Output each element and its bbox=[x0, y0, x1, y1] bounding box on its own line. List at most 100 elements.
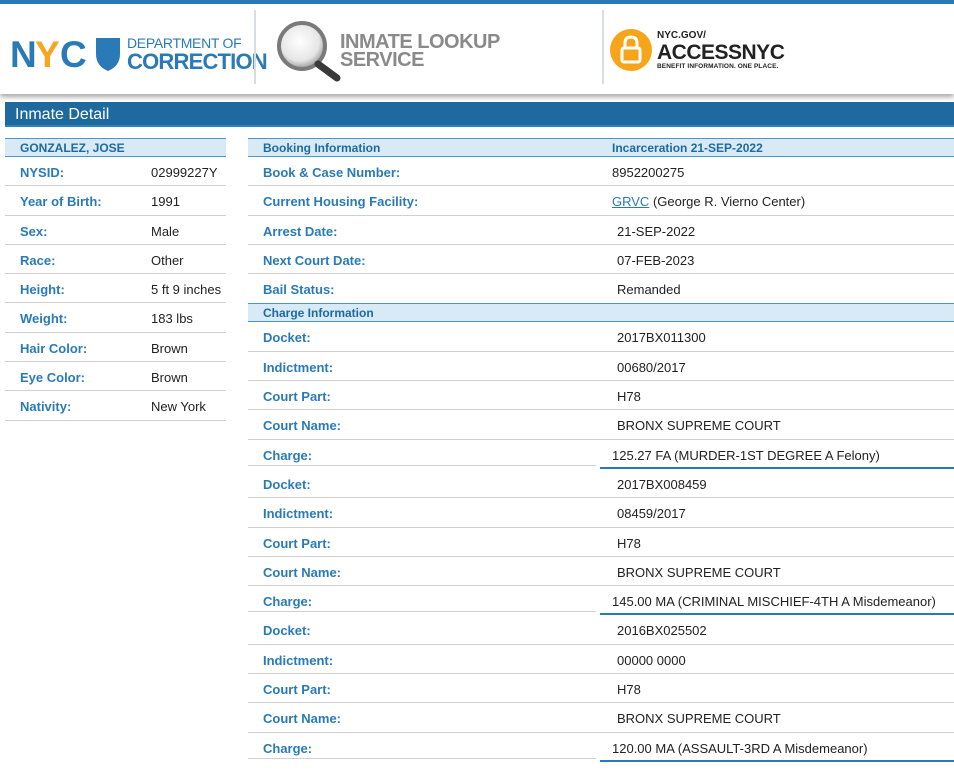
arrest-date: 21-SEP-2022 bbox=[617, 223, 696, 239]
charge-value: 125.27 FA (MURDER-1ST DEGREE A Felony) bbox=[612, 447, 880, 463]
field-label: Next Court Date: bbox=[263, 252, 366, 268]
charge-row: Charge: 145.00 MA (CRIMINAL MISCHIEF-4TH… bbox=[248, 586, 954, 616]
inmate-name: GONZALEZ, JOSE bbox=[5, 138, 226, 157]
charge-row: Indictment: 00680/2017 bbox=[248, 352, 954, 382]
charge-row: Docket: 2016BX025502 bbox=[248, 615, 954, 645]
inmate-field-row: Year of Birth: 1991 bbox=[5, 186, 226, 216]
field-label: Indictment: bbox=[263, 652, 334, 668]
court-name-value: BRONX SUPREME COURT bbox=[617, 711, 781, 727]
field-label: Docket: bbox=[263, 476, 311, 492]
shield-icon bbox=[96, 38, 120, 71]
doc-line1: DEPARTMENT OF bbox=[127, 35, 242, 51]
site-header: N Y C DEPARTMENT OF CORRECTION INMATE LO… bbox=[0, 0, 954, 94]
booking-header: Booking Information Incarceration 21-SEP… bbox=[248, 138, 954, 157]
field-value: New York bbox=[151, 399, 206, 415]
charge-row: Court Part: H78 bbox=[248, 528, 954, 557]
field-label: Sex: bbox=[20, 223, 48, 239]
inmate-field-row: Weight: 183 lbs bbox=[5, 303, 226, 333]
facility-value: GRVC (George R. Vierno Center) bbox=[612, 194, 805, 209]
field-label: Arrest Date: bbox=[263, 223, 338, 239]
field-label: Court Name: bbox=[263, 418, 342, 434]
lock-icon[interactable] bbox=[609, 28, 653, 72]
charge-header-label: Charge Information bbox=[263, 306, 374, 321]
book-case-number: 8952200275 bbox=[612, 165, 685, 180]
access-line1: NYC.GOV/ bbox=[657, 30, 706, 41]
field-value: Brown bbox=[151, 370, 188, 386]
bail-status: Remanded bbox=[617, 282, 681, 298]
inmate-field-row: Sex: Male bbox=[5, 216, 226, 245]
lookup-line2: SERVICE bbox=[340, 49, 424, 71]
facility-name: (George R. Vierno Center) bbox=[652, 194, 806, 210]
field-value: Other bbox=[151, 252, 184, 268]
charge-row: Indictment: 08459/2017 bbox=[248, 498, 954, 528]
doc-title: DEPARTMENT OF CORRECTION bbox=[127, 35, 268, 74]
field-value: Brown bbox=[151, 340, 188, 356]
charge-row: Court Name: BRONX SUPREME COURT bbox=[248, 410, 954, 440]
field-label: Charge: bbox=[263, 447, 313, 463]
field-label: Height: bbox=[20, 282, 65, 298]
header-divider bbox=[254, 10, 256, 84]
doc-line2: CORRECTION bbox=[127, 49, 268, 74]
svg-text:N: N bbox=[10, 36, 35, 70]
docket-value: 2017BX008459 bbox=[617, 476, 707, 492]
next-court-date: 07-FEB-2023 bbox=[617, 252, 695, 268]
access-tagline: BENEFIT INFORMATION. ONE PLACE. bbox=[657, 63, 779, 70]
charge-header: Charge Information bbox=[248, 303, 954, 323]
field-label: Court Part: bbox=[263, 682, 331, 698]
charge-row: Docket: 2017BX011300 bbox=[248, 322, 954, 352]
booking-row: Arrest Date: 21-SEP-2022 bbox=[248, 216, 954, 245]
field-label: Docket: bbox=[263, 623, 311, 639]
indictment-value: 00680/2017 bbox=[617, 359, 686, 375]
booking-header-label: Booking Information bbox=[263, 141, 381, 155]
docket-value: 2016BX025502 bbox=[617, 623, 707, 639]
charge-value: 145.00 MA (CRIMINAL MISCHIEF-4TH A Misde… bbox=[612, 594, 936, 610]
booking-row: Book & Case Number: 8952200275 bbox=[248, 157, 954, 187]
facility-link[interactable]: GRVC bbox=[612, 194, 649, 209]
booking-row: Bail Status: Remanded bbox=[248, 274, 954, 303]
lookup-title: INMATE LOOKUP SERVICE bbox=[340, 32, 500, 71]
booking-row: Current Housing Facility: GRVC (George R… bbox=[248, 186, 954, 216]
inmate-field-row: Race: Other bbox=[5, 245, 226, 275]
access-line2: ACCESSNYC bbox=[657, 41, 785, 64]
inmate-field-row: Height: 5 ft 9 inches bbox=[5, 274, 226, 304]
court-part-value: H78 bbox=[617, 389, 641, 405]
field-label: Court Part: bbox=[263, 389, 331, 405]
field-label: Hair Color: bbox=[20, 340, 88, 356]
court-name-value: BRONX SUPREME COURT bbox=[617, 418, 781, 434]
field-label: Court Part: bbox=[263, 535, 331, 551]
field-value: Male bbox=[151, 223, 180, 239]
charge-row: Charge: 120.00 MA (ASSAULT-3RD A Misdeme… bbox=[248, 733, 954, 763]
booking-charge-panel: Booking Information Incarceration 21-SEP… bbox=[248, 138, 954, 763]
field-label: Race: bbox=[20, 252, 56, 268]
court-name-value: BRONX SUPREME COURT bbox=[617, 564, 781, 580]
field-label: NYSID: bbox=[20, 165, 65, 180]
court-part-value: H78 bbox=[617, 535, 641, 551]
charge-row: Indictment: 00000 0000 bbox=[248, 645, 954, 675]
field-label: Court Name: bbox=[263, 711, 342, 727]
charge-row: Court Name: BRONX SUPREME COURT bbox=[248, 703, 954, 733]
field-label: Bail Status: bbox=[263, 282, 335, 298]
booking-row: Next Court Date: 07-FEB-2023 bbox=[248, 245, 954, 275]
charge-row: Charge: 125.27 FA (MURDER-1ST DEGREE A F… bbox=[248, 440, 954, 470]
field-label: Docket: bbox=[263, 330, 311, 346]
accessnyc-logo[interactable]: NYC.GOV/ ACCESSNYC BENEFIT INFORMATION. … bbox=[657, 30, 785, 71]
indictment-value: 08459/2017 bbox=[617, 506, 686, 522]
field-label: Indictment: bbox=[263, 359, 334, 375]
nyc-logo-icon[interactable]: N Y C bbox=[10, 36, 92, 70]
field-value: 02999227Y bbox=[151, 165, 218, 180]
field-value: 183 lbs bbox=[151, 311, 193, 327]
inmate-field-row: Nativity: New York bbox=[5, 391, 226, 421]
field-value: 5 ft 9 inches bbox=[151, 282, 222, 298]
inmate-field-row: Hair Color: Brown bbox=[5, 333, 226, 363]
field-label: Current Housing Facility: bbox=[263, 194, 419, 210]
header-divider bbox=[602, 10, 604, 84]
field-label: Charge: bbox=[263, 740, 313, 756]
charge-row: Court Name: BRONX SUPREME COURT bbox=[248, 557, 954, 587]
inmate-info-panel: GONZALEZ, JOSE NYSID: 02999227Y Year of … bbox=[5, 138, 226, 421]
field-value: 1991 bbox=[151, 194, 180, 210]
field-label: Indictment: bbox=[263, 506, 334, 522]
field-label: Weight: bbox=[20, 311, 68, 327]
field-label: Eye Color: bbox=[20, 370, 86, 386]
charge-value: 120.00 MA (ASSAULT-3RD A Misdemeanor) bbox=[612, 740, 868, 756]
docket-value: 2017BX011300 bbox=[617, 330, 706, 346]
